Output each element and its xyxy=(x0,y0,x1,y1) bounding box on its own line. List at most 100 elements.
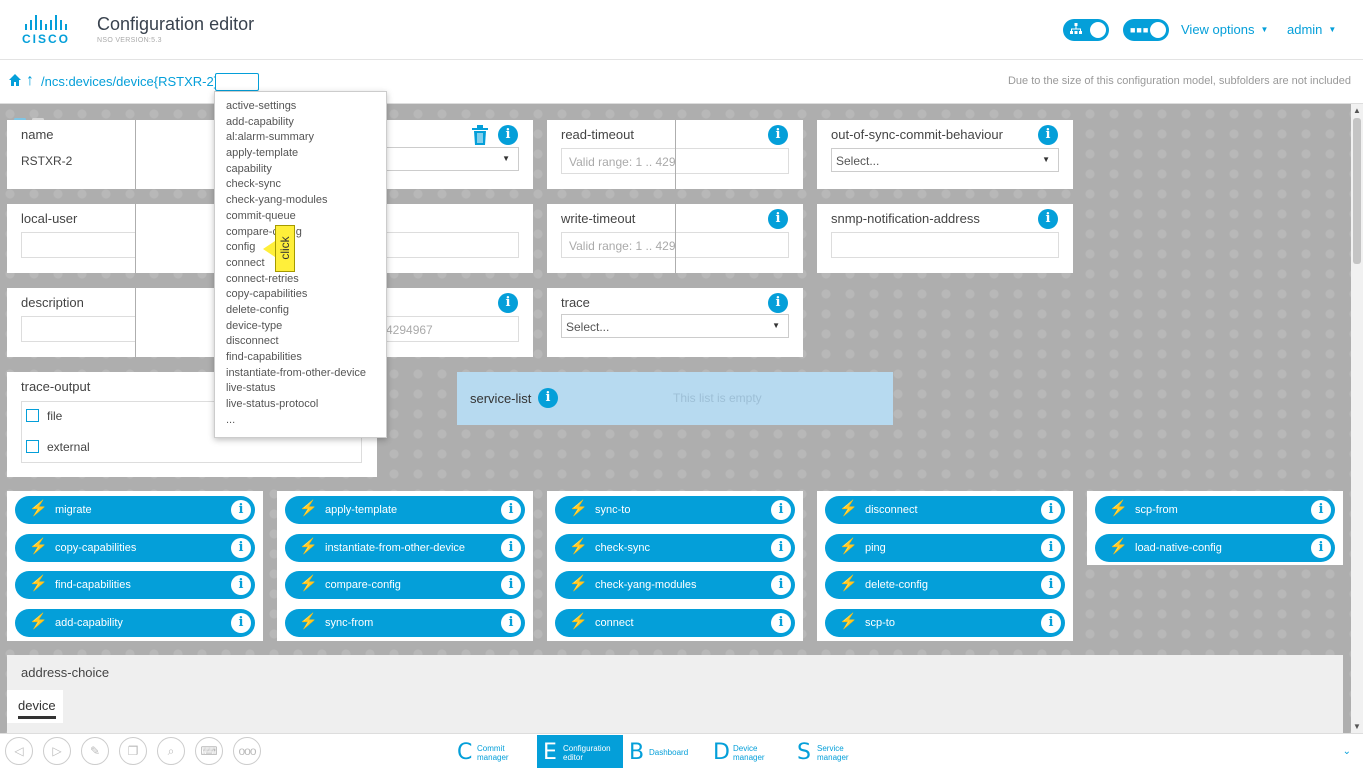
info-icon[interactable]: i xyxy=(1311,500,1331,520)
vertical-scrollbar[interactable]: ▲ ▼ xyxy=(1351,104,1363,733)
dropdown-option[interactable]: connect xyxy=(215,256,386,272)
info-icon[interactable]: i xyxy=(501,500,521,520)
dropdown-option[interactable]: connect-retries xyxy=(215,272,386,288)
info-icon[interactable]: i xyxy=(771,537,791,558)
description-input[interactable] xyxy=(21,316,135,342)
hidden-range-input[interactable]: 4294967 xyxy=(377,316,519,342)
dropdown-option[interactable]: add-capability xyxy=(215,115,386,131)
dropdown-option[interactable]: live-status-protocol xyxy=(215,397,386,413)
action-button-connect[interactable]: ⚡ connect i xyxy=(555,608,795,637)
local-user-input[interactable] xyxy=(21,232,135,258)
dropdown-option[interactable]: check-yang-modules xyxy=(215,193,386,209)
nav-commit-manager[interactable]: C Commit manager xyxy=(451,735,537,768)
action-button-find-capabilities[interactable]: ⚡ find-capabilities i xyxy=(15,571,255,599)
dropdown-option[interactable]: al:alarm-summary xyxy=(215,130,386,146)
info-icon[interactable]: i xyxy=(1038,125,1058,145)
scroll-down-icon[interactable]: ▼ xyxy=(1353,722,1361,731)
nav-service-manager[interactable]: S Service manager xyxy=(791,735,879,768)
back-icon[interactable]: ◁ xyxy=(5,737,33,765)
action-button-delete-config[interactable]: ⚡ delete-config i xyxy=(825,571,1065,599)
info-icon[interactable]: i xyxy=(538,388,558,408)
dropdown-option[interactable]: check-sync xyxy=(215,177,386,193)
search-icon[interactable]: ⌕ xyxy=(157,737,185,765)
trace-select[interactable]: Select... ▼ xyxy=(561,314,789,338)
dropdown-option[interactable]: delete-config xyxy=(215,303,386,319)
action-button-disconnect[interactable]: ⚡ disconnect i xyxy=(825,496,1065,524)
action-button-sync-from[interactable]: ⚡ sync-from i xyxy=(285,608,525,637)
write-timeout-input-ext[interactable] xyxy=(676,232,789,258)
trash-icon[interactable] xyxy=(471,125,489,148)
read-timeout-input[interactable]: Valid range: 1 .. 4294967 xyxy=(561,148,702,174)
info-icon[interactable]: i xyxy=(231,612,251,633)
action-button-instantiate-from-other-device[interactable]: ⚡ instantiate-from-other-device i xyxy=(285,533,525,562)
info-icon[interactable]: i xyxy=(1041,575,1061,595)
breadcrumb-path[interactable]: /ncs:devices/device{RSTXR-2}/ xyxy=(41,74,222,89)
info-icon[interactable]: i xyxy=(771,612,791,633)
external-checkbox[interactable]: external xyxy=(26,440,90,454)
info-icon[interactable]: i xyxy=(501,575,521,595)
dropdown-option[interactable]: live-status xyxy=(215,381,386,397)
file-checkbox[interactable]: file xyxy=(26,409,62,423)
out-of-sync-select[interactable]: Select... ▼ xyxy=(831,148,1059,172)
action-button-ping[interactable]: ⚡ ping i xyxy=(825,533,1065,562)
info-icon[interactable]: i xyxy=(231,500,251,520)
action-button-load-native-config[interactable]: ⚡ load-native-config i xyxy=(1095,533,1335,562)
path-suggestion-dropdown[interactable]: active-settings add-capability al:alarm-su… xyxy=(214,91,387,438)
dropdown-option[interactable]: compare-config xyxy=(215,225,386,241)
hidden-select[interactable]: ▼ xyxy=(377,147,519,171)
info-icon[interactable]: i xyxy=(1041,500,1061,520)
list-view-toggle[interactable]: ■■■ xyxy=(1123,19,1169,41)
info-icon[interactable]: i xyxy=(498,293,518,313)
read-timeout-input-ext[interactable] xyxy=(676,148,789,174)
info-icon[interactable]: i xyxy=(771,500,791,520)
dropdown-option[interactable]: config xyxy=(215,240,386,256)
info-icon[interactable]: i xyxy=(768,293,788,313)
dropdown-option[interactable]: device-type xyxy=(215,319,386,335)
info-icon[interactable]: i xyxy=(231,575,251,595)
scroll-thumb[interactable] xyxy=(1353,118,1361,264)
action-button-scp-to[interactable]: ⚡ scp-to i xyxy=(825,608,1065,637)
path-input[interactable] xyxy=(215,73,259,91)
hidden-input[interactable] xyxy=(377,232,519,258)
dropdown-option[interactable]: copy-capabilities xyxy=(215,287,386,303)
dropdown-option[interactable]: instantiate-from-other-device xyxy=(215,366,386,382)
checkbox[interactable] xyxy=(26,409,39,422)
info-icon[interactable]: i xyxy=(231,537,251,558)
dropdown-option[interactable]: find-capabilities xyxy=(215,350,386,366)
info-icon[interactable]: i xyxy=(1311,537,1331,558)
user-menu[interactable]: admin ▼ xyxy=(1287,22,1336,37)
home-icon[interactable] xyxy=(8,73,22,90)
cisco-logo[interactable]: CISCO xyxy=(18,14,74,46)
dropdown-option[interactable]: disconnect xyxy=(215,334,386,350)
copy-icon[interactable]: ❐ xyxy=(119,737,147,765)
write-timeout-input[interactable]: Valid range: 1 .. 4294967 xyxy=(561,232,702,258)
dropdown-option[interactable]: active-settings xyxy=(215,99,386,115)
action-button-check-yang-modules[interactable]: ⚡ check-yang-modules i xyxy=(555,571,795,599)
forward-icon[interactable]: ▷ xyxy=(43,737,71,765)
info-icon[interactable]: i xyxy=(498,125,518,145)
action-button-copy-capabilities[interactable]: ⚡ copy-capabilities i xyxy=(15,533,255,562)
info-icon[interactable]: i xyxy=(771,575,791,595)
keyboard-icon[interactable]: ⌨ xyxy=(195,737,223,765)
info-icon[interactable]: i xyxy=(501,537,521,558)
dropdown-option[interactable]: commit-queue xyxy=(215,209,386,225)
name-value[interactable]: RSTXR-2 xyxy=(21,154,72,168)
up-level-icon[interactable]: ↑ xyxy=(26,72,34,90)
hierarchy-toggle[interactable] xyxy=(1063,19,1109,41)
info-icon[interactable]: i xyxy=(1041,612,1061,633)
action-button-check-sync[interactable]: ⚡ check-sync i xyxy=(555,533,795,562)
tab-device[interactable]: device xyxy=(7,690,63,723)
chevron-down-icon[interactable]: ⌄ xyxy=(1343,746,1351,757)
action-button-sync-to[interactable]: ⚡ sync-to i xyxy=(555,496,795,524)
action-button-compare-config[interactable]: ⚡ compare-config i xyxy=(285,571,525,599)
checkbox[interactable] xyxy=(26,440,39,453)
dropdown-option[interactable]: ... xyxy=(215,413,386,429)
info-icon[interactable]: i xyxy=(1041,537,1061,558)
action-button-migrate[interactable]: ⚡ migrate i xyxy=(15,496,255,524)
info-icon[interactable]: i xyxy=(768,209,788,229)
info-icon[interactable]: i xyxy=(1038,209,1058,229)
info-icon[interactable]: i xyxy=(501,612,521,633)
nav-dashboard[interactable]: B Dashboard xyxy=(623,735,707,768)
info-icon[interactable]: i xyxy=(768,125,788,145)
dropdown-option[interactable]: capability xyxy=(215,162,386,178)
